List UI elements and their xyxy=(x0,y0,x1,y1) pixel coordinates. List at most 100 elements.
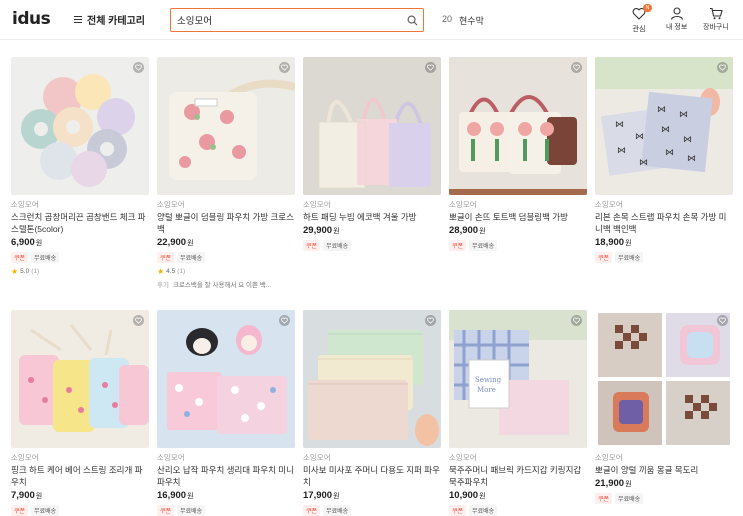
product-price: 7,900원 xyxy=(11,490,149,501)
favorite-heart-icon[interactable] xyxy=(133,315,144,326)
favorite-heart-icon[interactable] xyxy=(571,315,582,326)
product-card[interactable]: 소잉모어 양털 뽀글이 덤블링 파우치 가방 크로스백 22,900원 쿠폰 무… xyxy=(157,57,295,289)
favorite-heart-icon[interactable] xyxy=(717,315,728,326)
rating: ★ 5.0 (1) xyxy=(11,267,149,276)
search-icon[interactable] xyxy=(401,9,423,31)
price-unit: 원 xyxy=(479,228,486,235)
category-menu-button[interactable]: 전체 카테고리 xyxy=(74,12,145,27)
free-shipping-tag: 무료배송 xyxy=(323,505,352,516)
trending-rank: 20 xyxy=(442,14,453,24)
favorites-button[interactable]: N 관심 xyxy=(632,4,652,34)
price-unit: 원 xyxy=(625,240,632,247)
seller-name[interactable]: 소잉모어 xyxy=(157,199,295,210)
price-value: 18,900 xyxy=(595,237,625,248)
price-value: 10,900 xyxy=(449,490,479,501)
svg-text:⋈: ⋈ xyxy=(665,148,674,158)
free-shipping-tag: 무료배송 xyxy=(469,505,498,516)
svg-text:⋈: ⋈ xyxy=(683,135,692,145)
my-info-button[interactable]: 내 정보 xyxy=(666,7,687,32)
product-image[interactable] xyxy=(11,310,149,448)
tag-list: 쿠폰 무료배송 xyxy=(11,252,149,263)
favorite-heart-icon[interactable] xyxy=(279,62,290,73)
price-unit: 원 xyxy=(625,481,632,488)
product-title[interactable]: 하트 패딩 누빔 에코백 겨울 가방 xyxy=(303,211,441,223)
rating-value: 5.0 xyxy=(20,268,30,275)
product-price: 21,900원 xyxy=(595,478,733,489)
product-card[interactable]: 소잉모어 스크런치 곱창머리끈 곱창밴드 체크 파스텔톤(5color) 6,9… xyxy=(11,57,149,276)
svg-text:⋈: ⋈ xyxy=(639,158,648,168)
cart-label: 장바구니 xyxy=(703,24,729,31)
search-bar[interactable] xyxy=(170,8,424,32)
product-title[interactable]: 양털 뽀글이 덤블링 파우치 가방 크로스백 xyxy=(157,211,295,235)
favorite-heart-icon[interactable] xyxy=(571,62,582,73)
coupon-tag: 쿠폰 xyxy=(303,240,321,251)
price-unit: 원 xyxy=(35,240,43,247)
seller-name[interactable]: 소잉모어 xyxy=(11,452,149,463)
product-title[interactable]: 핑크 하트 케어 베어 스트링 조리개 파우치 xyxy=(11,464,149,488)
tag-list: 쿠폰 무료배송 xyxy=(157,505,295,516)
product-image[interactable] xyxy=(11,57,149,195)
price-unit: 원 xyxy=(187,240,194,247)
favorite-heart-icon[interactable] xyxy=(717,62,728,73)
product-card[interactable]: ⋈ ⋈ ⋈ ⋈ ⋈ ⋈ ⋈ ⋈ ⋈ ⋈ 소잉모어 리본 손목 스트랩 파우치 손목 가방 미니백… xyxy=(595,57,733,263)
product-image[interactable] xyxy=(595,310,733,448)
favorite-heart-icon[interactable] xyxy=(425,62,436,73)
coupon-tag: 쿠폰 xyxy=(449,240,467,251)
product-image[interactable] xyxy=(303,57,441,195)
favorite-heart-icon[interactable] xyxy=(279,315,290,326)
free-shipping-tag: 무료배송 xyxy=(323,240,352,251)
seller-name[interactable]: 소잉모어 xyxy=(595,452,733,463)
price-unit: 원 xyxy=(35,493,43,500)
product-card[interactable]: 소잉모어 뽀글이 양털 끼움 몽글 목도리 21,900원 쿠폰 무료배송 xyxy=(595,310,733,504)
product-card[interactable]: 소잉모어 미사보 미사포 주머니 다용도 지퍼 파우치 17,900원 쿠폰 무… xyxy=(303,310,441,516)
seller-name[interactable]: 소잉모어 xyxy=(303,452,441,463)
svg-text:More: More xyxy=(477,386,496,394)
svg-text:⋈: ⋈ xyxy=(687,154,696,164)
product-title[interactable]: 뽀글이 손뜨 토트백 덤블링백 가방 xyxy=(449,211,587,223)
product-card[interactable]: 소잉모어 핑크 하트 케어 베어 스트링 조리개 파우치 7,900원 쿠폰 무… xyxy=(11,310,149,516)
seller-name[interactable]: 소잉모어 xyxy=(595,199,733,210)
favorite-heart-icon[interactable] xyxy=(425,315,436,326)
product-title[interactable]: 산리오 납작 파우치 생리대 파우치 미니파우치 xyxy=(157,464,295,488)
seller-name[interactable]: 소잉모어 xyxy=(11,199,149,210)
product-image[interactable]: ⋈ ⋈ ⋈ ⋈ ⋈ ⋈ ⋈ ⋈ ⋈ ⋈ xyxy=(595,57,733,195)
seller-name[interactable]: 소잉모어 xyxy=(449,199,587,210)
product-title[interactable]: 미사보 미사포 주머니 다용도 지퍼 파우치 xyxy=(303,464,441,488)
product-price: 29,900원 xyxy=(303,225,441,236)
product-image[interactable] xyxy=(449,57,587,195)
free-shipping-tag: 무료배송 xyxy=(177,252,206,263)
product-title[interactable]: 스크런치 곱창머리끈 곱창밴드 체크 파스텔톤(5color) xyxy=(11,211,149,235)
product-price: 17,900원 xyxy=(303,490,441,501)
product-card[interactable]: 소잉모어 하트 패딩 누빔 에코백 겨울 가방 29,900원 쿠폰 무료배송 xyxy=(303,57,441,251)
trending-keyword-text: 현수막 xyxy=(459,16,484,26)
product-title[interactable]: 뽀글이 양털 끼움 몽글 목도리 xyxy=(595,464,733,476)
seller-name[interactable]: 소잉모어 xyxy=(449,452,587,463)
product-card[interactable]: 소잉모어 산리오 납작 파우치 생리대 파우치 미니파우치 16,900원 쿠폰… xyxy=(157,310,295,516)
review-label: 후기 xyxy=(157,282,169,289)
price-value: 21,900 xyxy=(595,478,625,489)
tag-list: 쿠폰 무료배송 xyxy=(595,493,733,504)
idus-logo[interactable]: idus xyxy=(12,9,51,29)
favorite-heart-icon[interactable] xyxy=(133,62,144,73)
coupon-tag: 쿠폰 xyxy=(157,505,175,516)
tag-list: 쿠폰 무료배송 xyxy=(11,505,149,516)
cart-button[interactable]: 장바구니 xyxy=(703,7,729,32)
rating-count: (1) xyxy=(177,268,186,275)
svg-text:⋈: ⋈ xyxy=(617,146,626,156)
product-image[interactable]: Sewing More xyxy=(449,310,587,448)
product-image[interactable] xyxy=(157,310,295,448)
product-image[interactable] xyxy=(157,57,295,195)
trending-keyword[interactable]: 20 현수막 xyxy=(442,14,484,27)
product-title[interactable]: 리본 손목 스트랩 파우치 손목 가방 미니백 백인백 xyxy=(595,211,733,235)
product-card[interactable]: Sewing More 소잉모어 묵주주머니 패브릭 카드지갑 키링지갑 묵주파… xyxy=(449,310,587,516)
search-input[interactable] xyxy=(171,14,401,26)
product-title[interactable]: 묵주주머니 패브릭 카드지갑 키링지갑 묵주파우치 xyxy=(449,464,587,488)
product-card[interactable]: 소잉모어 뽀글이 손뜨 토트백 덤블링백 가방 28,900원 쿠폰 무료배송 xyxy=(449,57,587,251)
review-snippet[interactable]: 후기 크로스백을 잘 사용해서 요 이쁜 백... xyxy=(157,279,295,289)
price-unit: 원 xyxy=(333,493,340,500)
product-image[interactable] xyxy=(303,310,441,448)
coupon-tag: 쿠폰 xyxy=(157,252,175,263)
seller-name[interactable]: 소잉모어 xyxy=(157,452,295,463)
favorites-badge: N xyxy=(643,4,652,12)
seller-name[interactable]: 소잉모어 xyxy=(303,199,441,210)
